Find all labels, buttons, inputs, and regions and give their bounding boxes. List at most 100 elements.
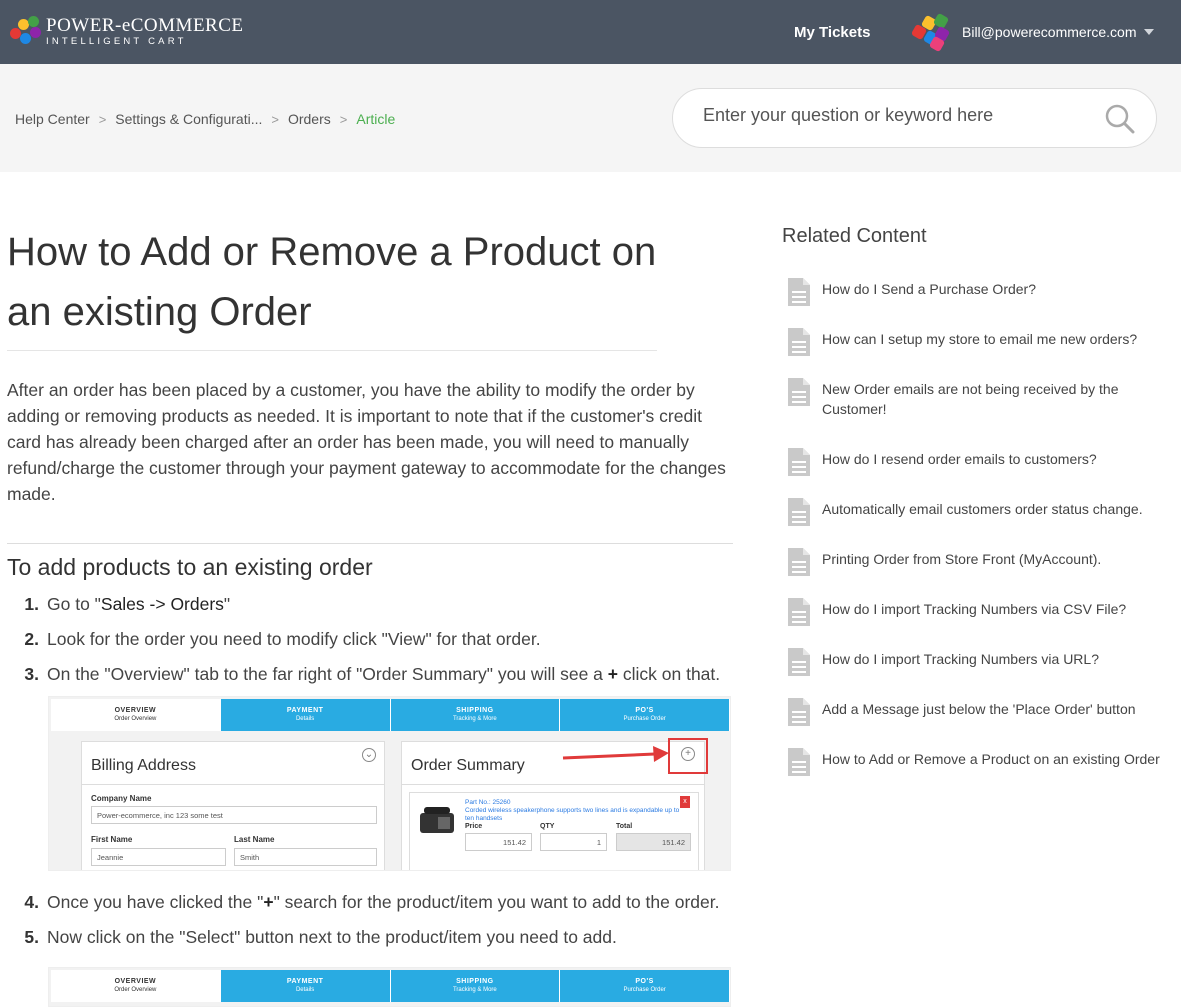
remove-item-button: x (680, 796, 690, 808)
document-icon (788, 378, 810, 406)
top-navbar: POWER-eCOMMERCE INTELLIGENT CART My Tick… (0, 0, 1181, 64)
breadcrumb-settings[interactable]: Settings & Configurati... (115, 111, 262, 127)
product-description: Corded wireless speakerphone supports tw… (465, 807, 680, 822)
last-name-field: Smith (234, 848, 377, 866)
figure-tab-payment: PAYMENT Details (220, 970, 391, 1002)
list-item: 5. Now click on the "Select" button next… (24, 927, 617, 947)
related-link[interactable]: Add a Message just below the 'Place Orde… (822, 699, 1167, 719)
document-icon (788, 598, 810, 626)
section-title: To add products to an existing order (7, 554, 373, 580)
article-intro: After an order has been placed by a cust… (7, 380, 726, 504)
logo-icon (8, 14, 42, 48)
my-tickets-link[interactable]: My Tickets (794, 24, 870, 41)
related-link[interactable]: How to Add or Remove a Product on an exi… (822, 749, 1167, 769)
list-item: How can I setup my store to email me new… (782, 328, 1181, 379)
related-link[interactable]: How can I setup my store to email me new… (822, 329, 1167, 349)
related-list: How do I Send a Purchase Order? How can … (782, 278, 1181, 799)
user-email: Bill@powerecommerce.com (962, 24, 1137, 40)
arrow-right-icon (562, 746, 669, 762)
list-item: How do I import Tracking Numbers via URL… (782, 648, 1181, 699)
price-label: Price (465, 823, 483, 830)
breadcrumb-current: Article (356, 111, 396, 127)
list-item: How do I Send a Purchase Order? (782, 278, 1181, 329)
related-link[interactable]: How do I resend order emails to customer… (822, 449, 1167, 469)
list-item: 1. Go to "Sales -> Orders" (24, 594, 231, 614)
billing-title: Billing Address (91, 757, 196, 774)
breadcrumb-orders[interactable]: Orders (288, 111, 331, 127)
phone-icon (420, 807, 454, 833)
breadcrumb-separator: > (98, 111, 107, 127)
related-link[interactable]: Printing Order from Store Front (MyAccou… (822, 549, 1167, 569)
list-item: New Order emails are not being received … (782, 378, 1181, 449)
company-field: Power-ecommerce, inc 123 some test (91, 806, 377, 824)
figure-tab-shipping: SHIPPING Tracking & More (390, 970, 561, 1002)
related-link[interactable]: How do I Send a Purchase Order? (822, 279, 1167, 299)
related-link[interactable]: Automatically email customers order stat… (822, 499, 1167, 519)
screenshot-figure: OVERVIEW Order Overview PAYMENT Details SH… (48, 696, 731, 871)
total-label: Total (616, 823, 633, 830)
brand-logo[interactable]: POWER-eCOMMERCE INTELLIGENT CART (8, 14, 244, 48)
figure-tabs: OVERVIEW Order Overview PAYMENT Details SH… (51, 699, 730, 731)
related-link[interactable]: How do I import Tracking Numbers via URL… (822, 649, 1167, 669)
qty-label: QTY (540, 823, 555, 830)
steps-list-continued: 4. Once you have clicked the "+" search … (7, 890, 733, 949)
list-item: 4. Once you have clicked the "+" search … (24, 892, 720, 912)
document-icon (788, 548, 810, 576)
section-divider (7, 543, 733, 544)
part-number: Part No.: 25260 (465, 799, 511, 806)
chevron-down-icon: ⌄ (362, 748, 376, 762)
list-item: Add a Message just below the 'Place Orde… (782, 698, 1181, 749)
list-item: How do I import Tracking Numbers via CSV… (782, 598, 1181, 649)
first-name-label: First Name (91, 835, 133, 844)
document-icon (788, 698, 810, 726)
document-icon (788, 648, 810, 676)
search-input[interactable] (703, 105, 1083, 126)
breadcrumb-separator: > (271, 111, 279, 127)
figure-tab-pos: PO'S Purchase Order (560, 699, 730, 731)
document-icon (788, 448, 810, 476)
related-link[interactable]: How do I import Tracking Numbers via CSV… (822, 599, 1167, 619)
list-item: 3. On the "Overview" tab to the far righ… (24, 664, 721, 684)
avatar (910, 12, 951, 53)
related-link[interactable]: New Order emails are not being received … (822, 379, 1142, 419)
figure-tab-pos: PO'S Purchase Order (560, 970, 730, 1002)
title-divider (7, 350, 657, 351)
figure-tab-overview: OVERVIEW Order Overview (51, 970, 221, 1002)
document-icon (788, 748, 810, 776)
company-label: Company Name (91, 794, 152, 803)
billing-panel: Billing Address ⌄ Company Name Power-eco… (81, 741, 385, 870)
add-product-icon: + (681, 747, 695, 761)
list-item: How to Add or Remove a Product on an exi… (782, 748, 1181, 799)
search-box (672, 88, 1157, 148)
list-item: Automatically email customers order stat… (782, 498, 1181, 549)
price-field: 151.42 (465, 833, 532, 851)
figure-tab-payment: PAYMENT Details (220, 699, 391, 731)
order-summary-title: Order Summary (411, 757, 525, 774)
list-item: Printing Order from Store Front (MyAccou… (782, 548, 1181, 599)
breadcrumb: Help Center > Settings & Configurati... … (15, 111, 395, 127)
list-item: 2. Look for the order you need to modify… (24, 629, 541, 649)
last-name-label: Last Name (234, 835, 275, 844)
product-row: Part No.: 25260 Corded wireless speakerp… (409, 792, 699, 870)
article: How to Add or Remove a Product on an exi… (7, 172, 733, 1007)
search-icon[interactable] (1104, 103, 1136, 135)
document-icon (788, 278, 810, 306)
steps-list: 1. Go to "Sales -> Orders" 2. Look for t… (7, 592, 733, 686)
user-menu[interactable]: Bill@powerecommerce.com (910, 12, 1155, 53)
document-icon (788, 498, 810, 526)
breadcrumb-help-center[interactable]: Help Center (15, 111, 90, 127)
figure-tab-shipping: SHIPPING Tracking & More (390, 699, 561, 731)
qty-field: 1 (540, 833, 607, 851)
article-title: How to Add or Remove a Product on an exi… (7, 230, 657, 334)
related-content: Related Content How do I Send a Purchase… (782, 225, 1181, 799)
breadcrumb-separator: > (339, 111, 348, 127)
document-icon (788, 328, 810, 356)
logo-title: POWER-eCOMMERCE (46, 14, 244, 36)
breadcrumb-band: Help Center > Settings & Configurati... … (0, 64, 1181, 172)
related-title: Related Content (782, 225, 927, 247)
chevron-down-icon[interactable] (1144, 29, 1155, 35)
screenshot-figure-2: OVERVIEW Order Overview PAYMENT Details SH… (48, 967, 731, 1007)
total-field: 151.42 (616, 833, 691, 851)
first-name-field: Jeannie (91, 848, 226, 866)
figure-tab-overview: OVERVIEW Order Overview (51, 699, 221, 731)
